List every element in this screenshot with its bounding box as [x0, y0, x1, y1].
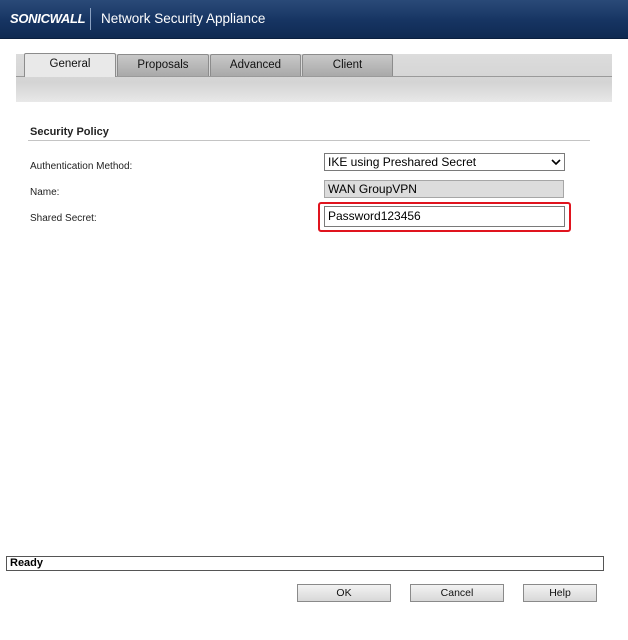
tab-proposals[interactable]: Proposals: [117, 54, 209, 76]
help-button[interactable]: Help: [523, 584, 597, 602]
tab-general[interactable]: General: [24, 53, 116, 77]
chevron-down-icon: [551, 159, 561, 166]
tab-client[interactable]: Client: [302, 54, 393, 76]
section-divider: [28, 140, 590, 141]
auth-method-label: Authentication Method:: [30, 161, 133, 172]
status-bar: Ready: [6, 556, 604, 571]
app-header: SONICWALL Network Security Appliance: [0, 0, 628, 39]
app-title: Network Security Appliance: [101, 11, 266, 26]
name-label: Name:: [30, 187, 60, 198]
auth-method-value: IKE using Preshared Secret: [328, 155, 477, 169]
shared-secret-label: Shared Secret:: [30, 213, 97, 224]
tab-advanced[interactable]: Advanced: [210, 54, 301, 76]
header-divider: [90, 8, 91, 30]
cancel-button[interactable]: Cancel: [410, 584, 504, 602]
section-title: Security Policy: [30, 126, 109, 138]
name-field[interactable]: WAN GroupVPN: [324, 180, 564, 198]
ok-button[interactable]: OK: [297, 584, 391, 602]
auth-method-select[interactable]: IKE using Preshared Secret: [324, 153, 565, 171]
shared-secret-input[interactable]: Password123456: [324, 206, 565, 227]
sonicwall-logo: SONICWALL: [10, 11, 86, 26]
